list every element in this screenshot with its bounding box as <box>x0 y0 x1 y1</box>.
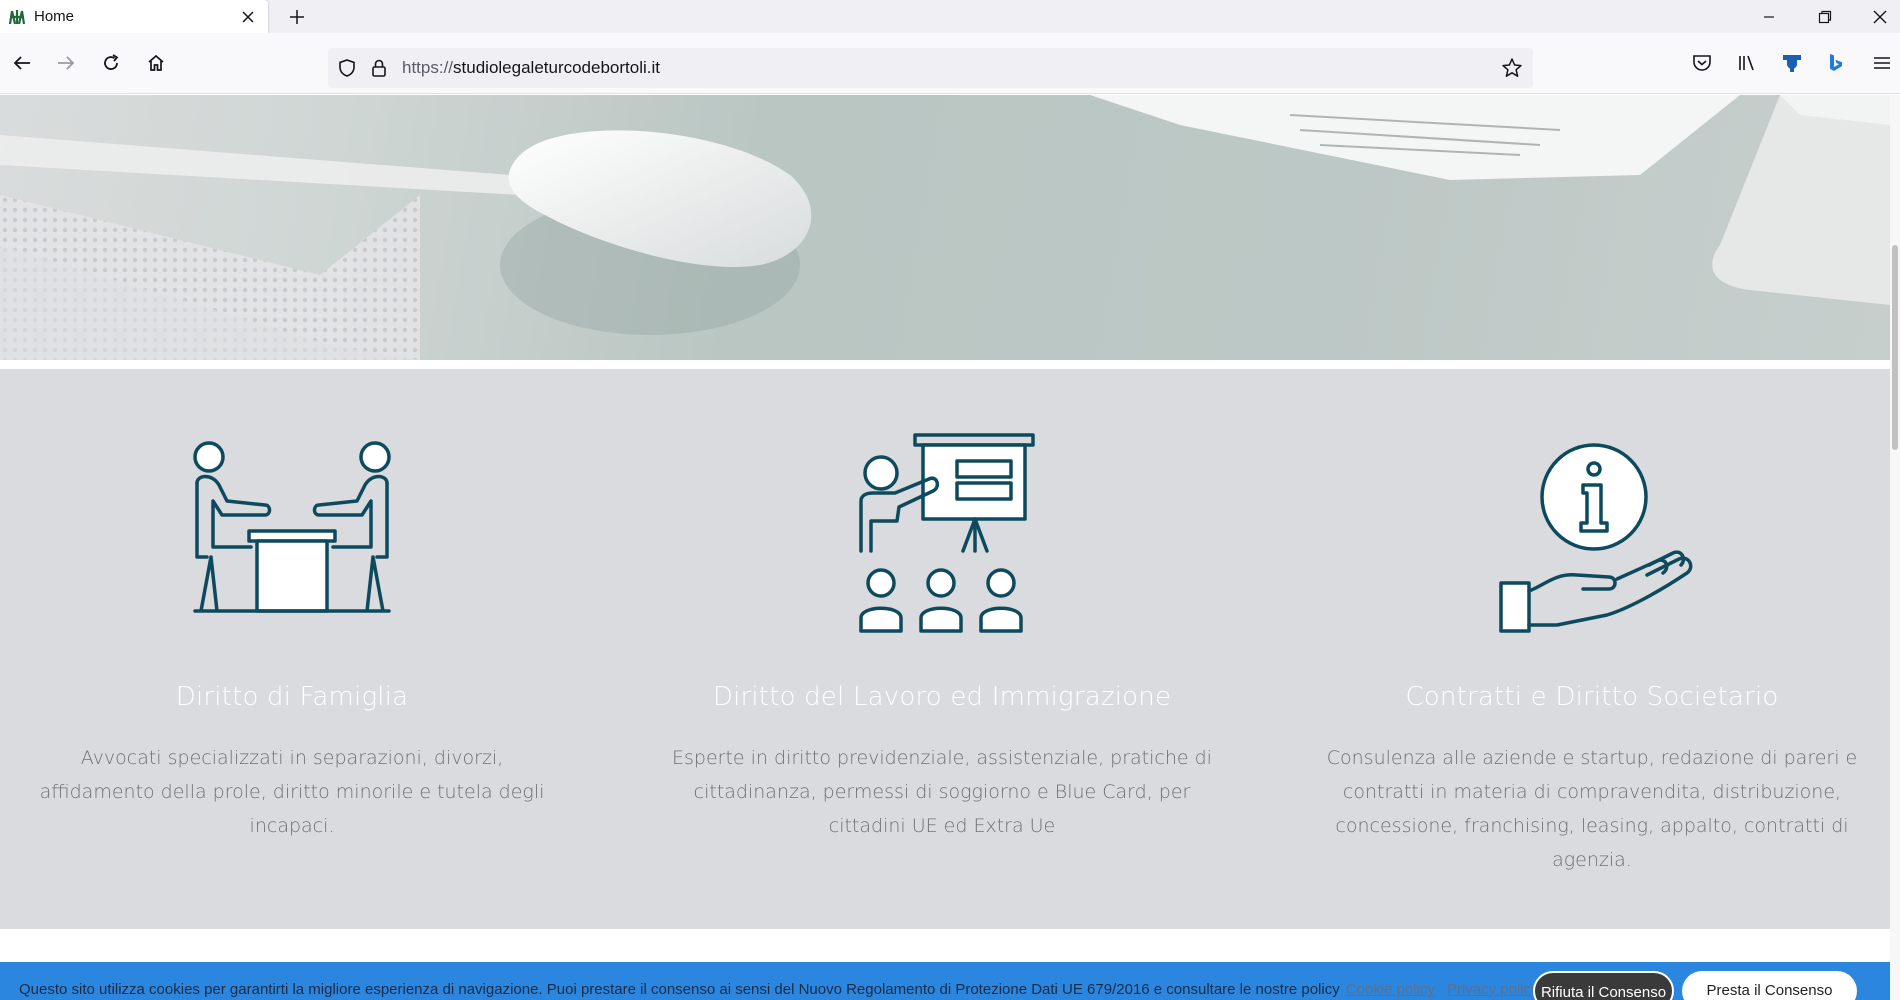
page-scrollbar[interactable] <box>1890 95 1900 1000</box>
tab-close-icon[interactable] <box>234 3 262 31</box>
presentation-icon <box>859 433 1035 633</box>
tab-home[interactable]: Home <box>0 0 268 33</box>
hero-image <box>0 95 1890 360</box>
page-content: Diritto di Famiglia Avvocati specializza… <box>0 95 1890 1000</box>
service-description-line: Esperte in diritto previdenziale, assist… <box>672 747 1212 769</box>
url-text[interactable]: https://studiolegaleturcodebortoli.it <box>402 58 660 78</box>
privacy-policy-link[interactable]: Privacy policy <box>1447 981 1539 998</box>
service-description-line: agenzia. <box>1552 849 1632 871</box>
site-favicon-icon <box>8 9 26 24</box>
service-description-line: Avvocati specializzati in separazioni, d… <box>80 747 504 769</box>
restore-button[interactable] <box>1802 0 1848 33</box>
back-icon[interactable] <box>6 47 38 79</box>
tab-title: Home <box>34 8 75 25</box>
service-description-line: contratti in materia di compravendita, d… <box>1342 781 1842 803</box>
library-icon[interactable] <box>1731 47 1763 79</box>
extension-icon[interactable] <box>1776 47 1808 79</box>
desk-photo <box>0 95 1890 360</box>
info-hand-icon <box>1499 443 1693 633</box>
accept-consent-button[interactable]: Presta il Consenso <box>1682 971 1857 1000</box>
url-scheme: https:// <box>402 58 454 77</box>
url-bar[interactable]: https://studiolegaleturcodebortoli.it <box>328 48 1533 88</box>
scrollbar-thumb[interactable] <box>1892 245 1898 450</box>
service-description-line: incapaci. <box>249 815 335 837</box>
service-description: Esperte in diritto previdenziale, assist… <box>662 741 1222 843</box>
lock-icon[interactable] <box>370 58 388 83</box>
service-description-line: cittadinanza, permessi di soggiorno e Bl… <box>693 781 1191 803</box>
service-description: Avvocati specializzati in separazioni, d… <box>12 741 572 843</box>
reload-icon[interactable] <box>95 47 127 79</box>
minimize-button[interactable] <box>1746 0 1792 33</box>
meeting-icon <box>193 441 391 613</box>
navigation-toolbar: https://studiolegaleturcodebortoli.it <box>0 33 1900 94</box>
service-description-line: concessione, franchising, leasing, appal… <box>1335 815 1849 837</box>
services-section: Diritto di Famiglia Avvocati specializza… <box>0 369 1890 929</box>
refuse-consent-button[interactable]: Rifiuta il Consenso <box>1533 971 1674 1000</box>
pocket-icon[interactable] <box>1686 47 1718 79</box>
service-description-line: cittadini UE ed Extra Ue <box>828 815 1056 837</box>
service-description: Consulenza alle aziende e startup, redaz… <box>1312 741 1872 877</box>
service-title: Diritto di Famiglia <box>175 682 409 712</box>
home-icon[interactable] <box>140 47 172 79</box>
bookmark-star-icon[interactable] <box>1501 57 1523 84</box>
url-host: studiolegaleturcodebortoli.it <box>453 58 660 77</box>
cookie-message: Questo sito utilizza cookies per garanti… <box>19 981 1340 998</box>
service-description-line: Consulenza alle aziende e startup, redaz… <box>1326 747 1858 769</box>
service-title: Contratti e Diritto Societario <box>1405 682 1779 712</box>
menu-icon[interactable] <box>1866 47 1898 79</box>
service-title: Diritto del Lavoro ed Immigrazione <box>712 682 1172 712</box>
tab-strip: Home <box>0 0 1900 33</box>
service-description-line: affidamento della prole, diritto minoril… <box>39 781 545 803</box>
bing-icon[interactable] <box>1820 47 1852 79</box>
shield-icon[interactable] <box>337 58 357 83</box>
new-tab-button[interactable] <box>282 2 312 32</box>
cookie-text: Questo sito utilizza cookies per garanti… <box>19 981 1539 998</box>
close-window-button[interactable] <box>1859 0 1900 33</box>
cookie-consent-bar: Questo sito utilizza cookies per garanti… <box>0 962 1890 1000</box>
cookie-policy-link[interactable]: Cookie policy <box>1346 981 1435 998</box>
forward-icon[interactable] <box>50 47 82 79</box>
